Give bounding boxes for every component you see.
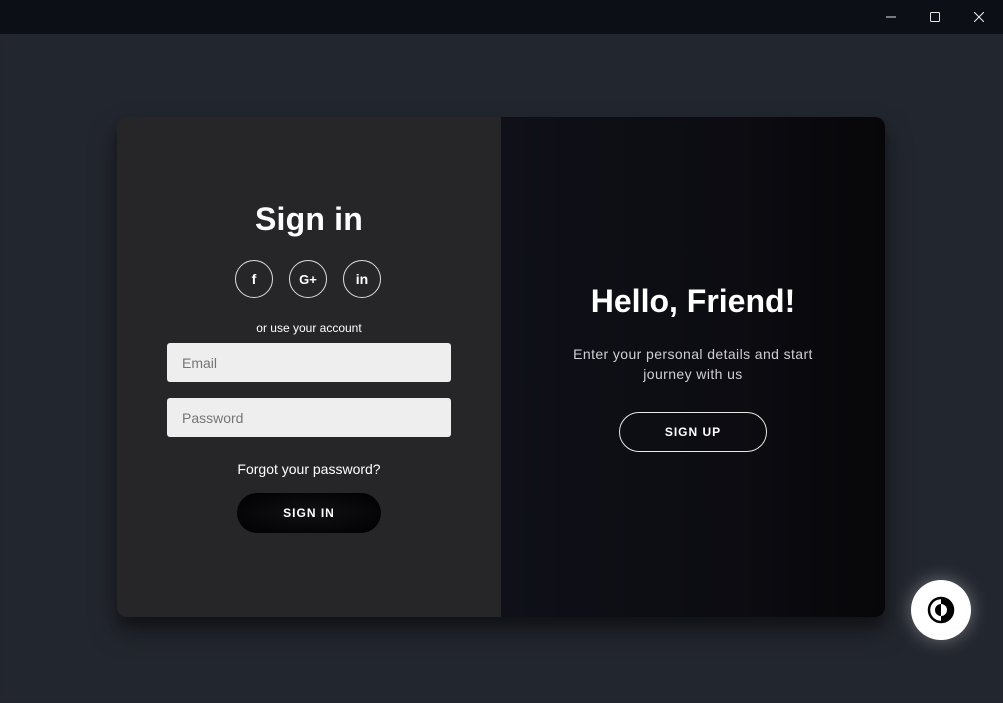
forgot-password-link[interactable]: Forgot your password? [117, 461, 501, 477]
overlay-description: Enter your personal details and start jo… [573, 346, 813, 382]
overlay-panel: Hello, Friend! Enter your personal detai… [501, 117, 885, 617]
google-plus-icon: G+ [299, 271, 317, 287]
close-button[interactable] [957, 0, 1001, 34]
maximize-button[interactable] [913, 0, 957, 34]
overlay-title: Hello, Friend! [590, 283, 796, 319]
minimize-button[interactable] [869, 0, 913, 34]
sign-in-button[interactable]: SIGN IN [237, 493, 381, 533]
email-field[interactable] [167, 343, 451, 382]
auth-card: Sign in f G+ in or use your account Forg… [117, 117, 885, 617]
sign-up-button[interactable]: SIGN UP [619, 412, 767, 452]
window-titlebar [0, 0, 1003, 34]
theme-toggle-button[interactable] [911, 580, 971, 640]
or-use-account-text: or use your account [256, 321, 362, 335]
minimize-icon [886, 16, 896, 18]
close-icon [974, 12, 984, 22]
signin-panel: Sign in f G+ in or use your account Forg… [117, 117, 501, 617]
contrast-icon [927, 596, 955, 624]
social-buttons: f G+ in [235, 260, 383, 300]
google-plus-button[interactable]: G+ [289, 260, 327, 298]
linkedin-button[interactable]: in [343, 260, 381, 298]
linkedin-icon: in [355, 271, 369, 287]
facebook-button[interactable]: f [235, 260, 273, 298]
maximize-icon [930, 12, 940, 22]
password-field[interactable] [167, 398, 451, 437]
facebook-icon: f [251, 271, 257, 287]
signin-title: Sign in [254, 201, 364, 237]
